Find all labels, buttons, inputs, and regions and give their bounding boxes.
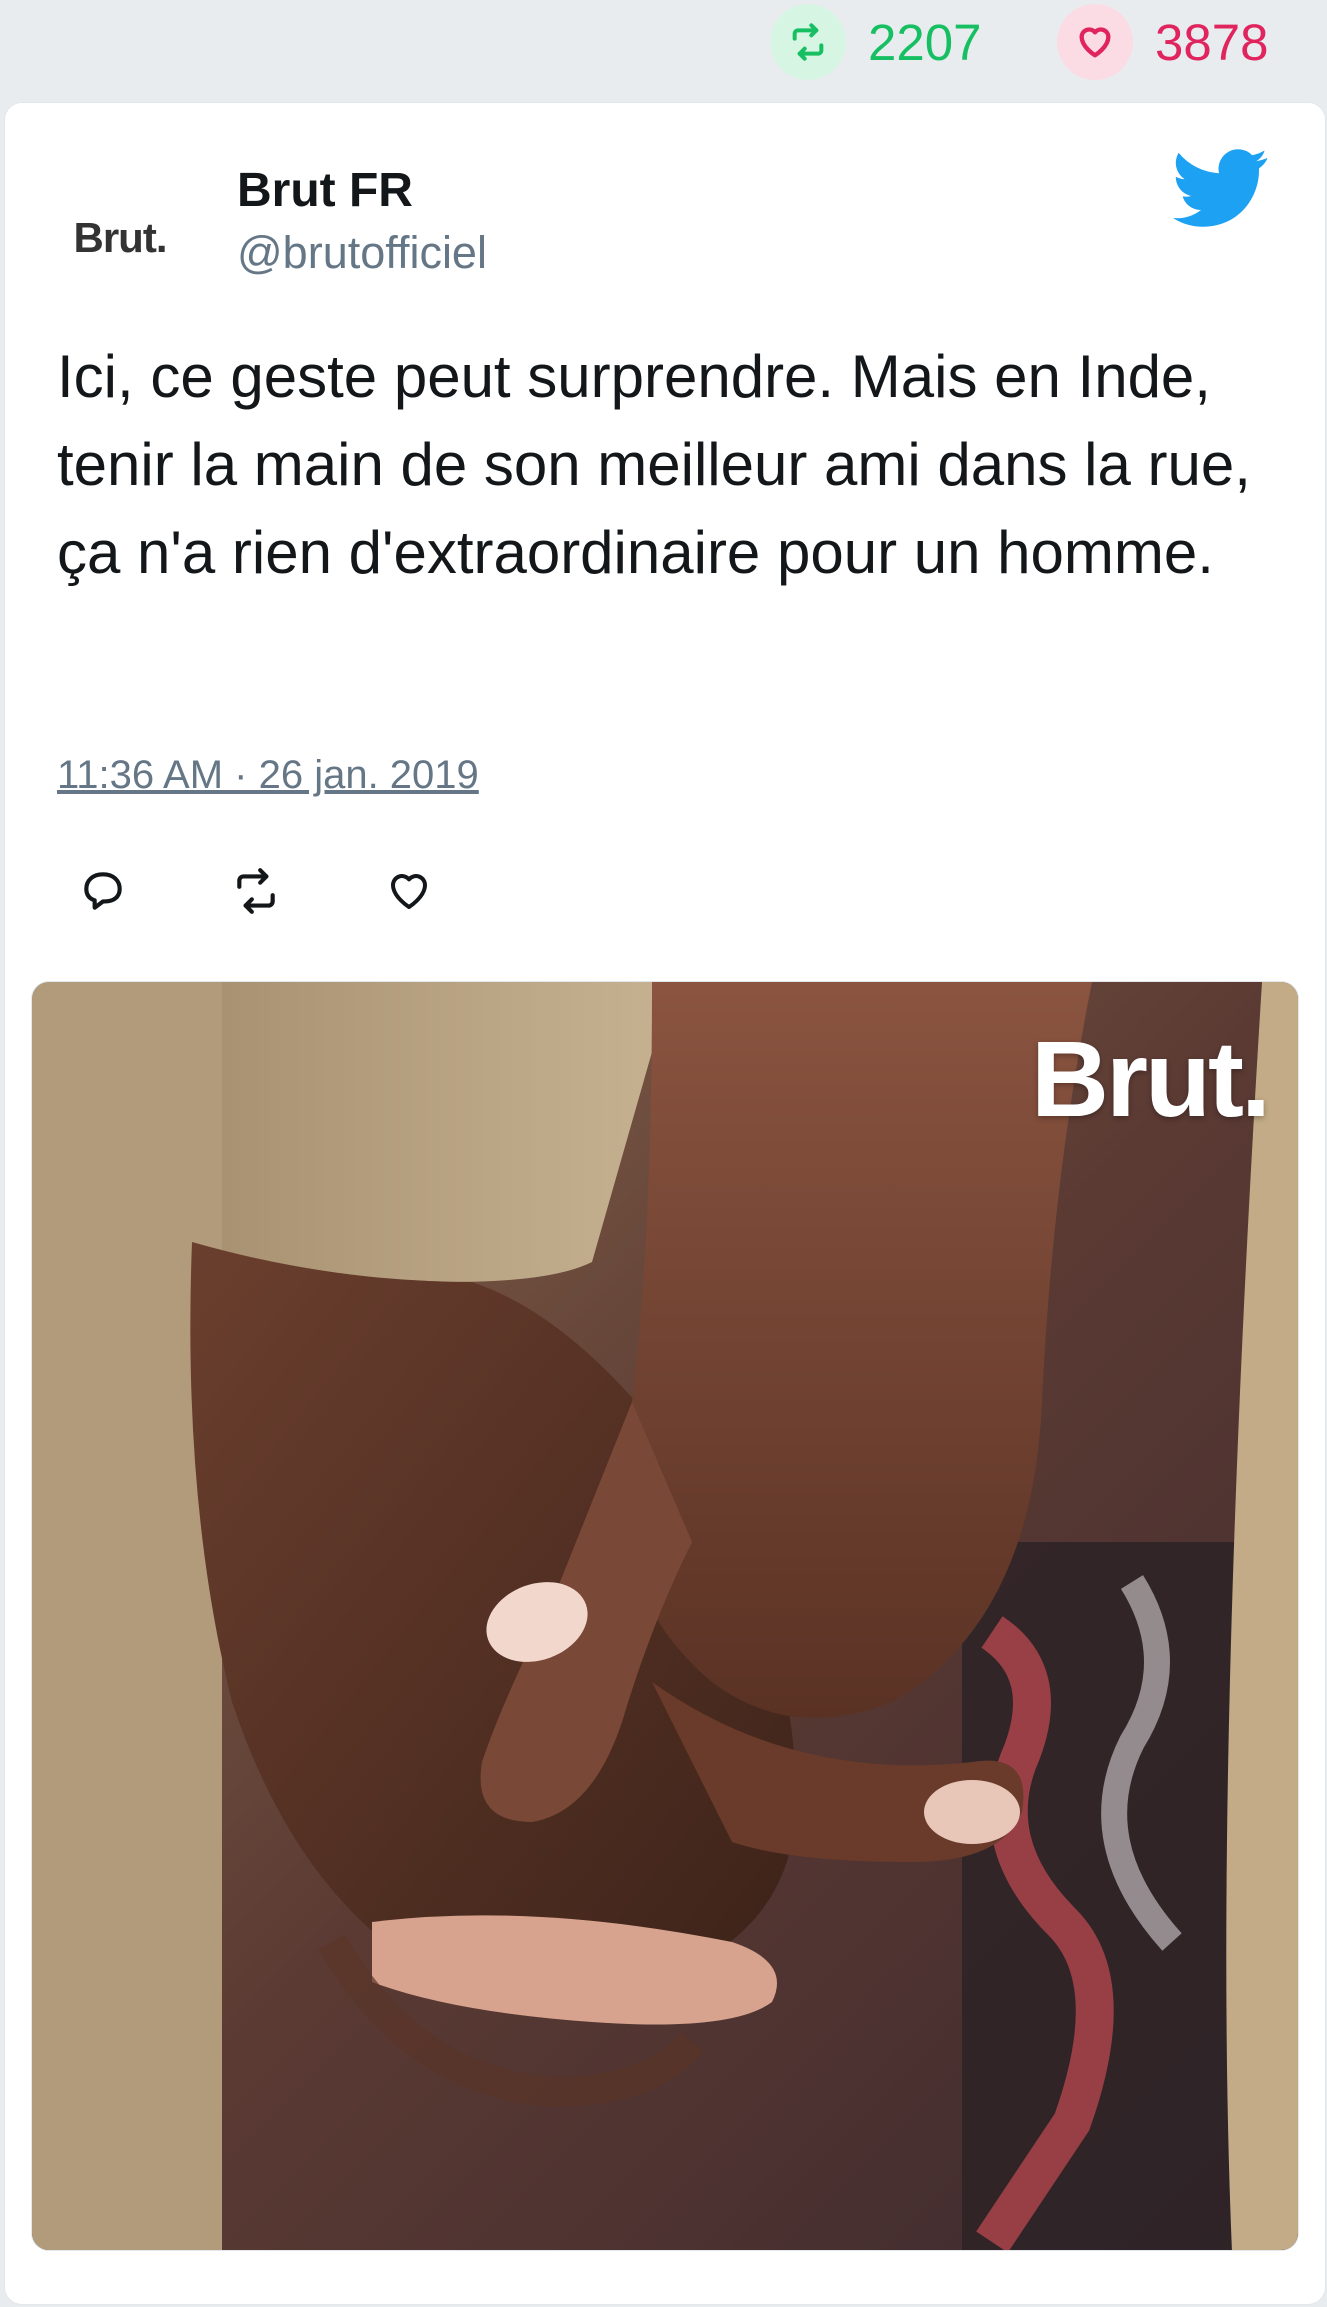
tweet-card[interactable]: Brut. Brut FR @brutofficiel Ici, ce gest… (4, 102, 1326, 2305)
avatar-logo-text: Brut. (73, 214, 168, 261)
retweet-icon (770, 4, 846, 80)
like-count: 3878 (1155, 13, 1269, 71)
tweet-timestamp[interactable]: 11:36 AM · 26 jan. 2019 (57, 753, 479, 798)
photo-two-men-holding-hands (32, 982, 1298, 2250)
engagement-stats: 2207 3878 (0, 0, 1327, 102)
tweet-photo[interactable]: Brut. (31, 981, 1299, 2251)
retweet-icon[interactable] (224, 859, 288, 923)
like-icon[interactable] (377, 859, 441, 923)
user-handle[interactable]: @brutofficiel (237, 227, 487, 279)
twitter-bird-icon[interactable] (1173, 148, 1269, 232)
brut-watermark: Brut. (1031, 1018, 1271, 1139)
retweet-stat[interactable]: 2207 (770, 4, 981, 80)
avatar[interactable]: Brut. (45, 163, 195, 313)
display-name[interactable]: Brut FR (237, 163, 413, 218)
retweet-count: 2207 (868, 13, 982, 71)
reply-icon[interactable] (71, 859, 135, 923)
tweet-text: Ici, ce geste peut surprendre. Mais en I… (57, 343, 1251, 586)
heart-icon (1057, 4, 1133, 80)
like-stat[interactable]: 3878 (1057, 4, 1268, 80)
